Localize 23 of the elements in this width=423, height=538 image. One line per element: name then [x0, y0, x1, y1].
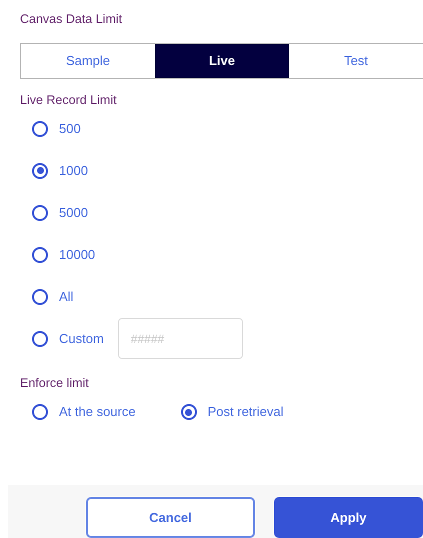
tab[interactable]: Live	[155, 44, 289, 78]
section-title: Canvas Data Limit	[20, 11, 124, 28]
radio-label[interactable]: Custom	[59, 328, 104, 348]
cancel-button[interactable]: Cancel	[86, 497, 255, 538]
radio-button[interactable]	[32, 246, 48, 262]
radio-label[interactable]: Post retrieval	[208, 402, 284, 422]
radio-button[interactable]	[32, 204, 48, 220]
custom-value-field[interactable]: #####	[118, 318, 243, 359]
radio-button[interactable]	[32, 120, 48, 136]
radio-label[interactable]: 5000	[59, 202, 88, 222]
radio-button[interactable]	[32, 330, 48, 346]
radio-button[interactable]	[32, 162, 48, 178]
section-label: Enforce limit	[20, 374, 90, 392]
radio-label[interactable]: All	[59, 286, 74, 306]
radio-button[interactable]	[32, 288, 48, 304]
radio-label[interactable]: 500	[59, 118, 81, 138]
radio-label[interactable]: At the source	[59, 402, 136, 422]
radio-button[interactable]	[180, 404, 197, 420]
radio-label[interactable]: 1000	[59, 160, 88, 180]
radio-button[interactable]	[32, 404, 48, 420]
apply-button[interactable]: Apply	[274, 497, 423, 538]
section-label: Live Record Limit	[20, 92, 118, 109]
radio-label[interactable]: 10000	[59, 244, 96, 264]
